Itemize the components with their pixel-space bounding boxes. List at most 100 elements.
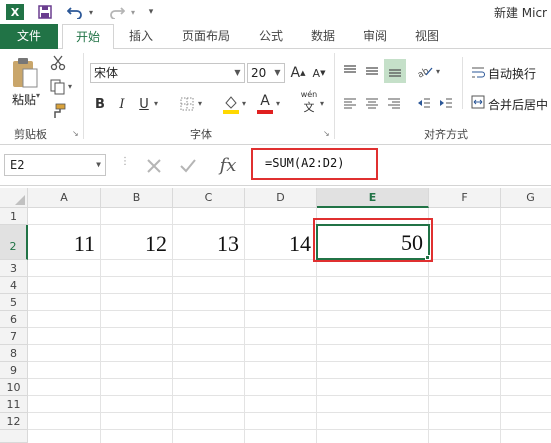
gridline — [500, 208, 501, 443]
gridline — [28, 276, 551, 277]
bold-button[interactable]: B — [92, 95, 108, 113]
align-center-icon[interactable] — [362, 93, 382, 113]
select-all-corner[interactable] — [0, 188, 28, 208]
middle-align-icon[interactable] — [362, 61, 382, 81]
copy-icon[interactable] — [48, 77, 68, 97]
row-header-8[interactable]: 8 — [0, 345, 28, 362]
orientation-icon[interactable]: ab — [414, 61, 436, 81]
paste-icon[interactable] — [8, 55, 42, 93]
cut-icon[interactable] — [48, 53, 68, 73]
name-box[interactable]: E2 ▼ — [4, 154, 106, 176]
underline-button[interactable]: U — [136, 95, 152, 113]
redo-icon[interactable] — [106, 2, 128, 22]
paste-dropdown-icon[interactable]: ▾ — [36, 91, 40, 100]
orientation-dropdown-icon[interactable]: ▾ — [436, 67, 440, 76]
column-header-e[interactable]: E — [317, 188, 429, 208]
font-name-value: 宋体 — [94, 66, 119, 80]
undo-dropdown-icon[interactable]: ▾ — [86, 2, 96, 22]
tab-home[interactable]: 开始 — [62, 24, 114, 50]
increase-indent-icon[interactable] — [436, 93, 456, 113]
column-header-c[interactable]: C — [173, 188, 245, 208]
group-divider — [334, 53, 335, 139]
gridline — [28, 310, 551, 311]
row-header-12[interactable]: 12 — [0, 413, 28, 430]
row-header-3[interactable]: 3 — [0, 260, 28, 277]
tab-page-layout[interactable]: 页面布局 — [170, 24, 242, 49]
row-header-11[interactable]: 11 — [0, 396, 28, 413]
top-align-icon[interactable] — [340, 61, 360, 81]
wrap-text-button[interactable]: 自动换行 — [488, 65, 536, 82]
undo-icon[interactable] — [64, 2, 86, 22]
tab-insert[interactable]: 插入 — [120, 24, 162, 49]
gridline — [28, 293, 551, 294]
fill-color-icon[interactable] — [222, 93, 240, 115]
merge-center-icon[interactable] — [470, 93, 486, 111]
phonetic-dropdown-icon[interactable]: ▾ — [320, 99, 324, 108]
fill-color-dropdown-icon[interactable]: ▾ — [242, 99, 246, 108]
customize-toolbar-icon[interactable]: ▾ — [144, 2, 158, 22]
formula-bar: E2 ▼ ⋮ fx =SUM(A2:D2) — [0, 146, 551, 186]
column-header-d[interactable]: D — [245, 188, 317, 208]
row-header-4[interactable]: 4 — [0, 277, 28, 294]
tab-review[interactable]: 审阅 — [354, 24, 396, 49]
gridline — [28, 378, 551, 379]
borders-dropdown-icon[interactable]: ▾ — [198, 99, 202, 108]
redo-dropdown-icon[interactable]: ▾ — [128, 2, 138, 22]
save-icon[interactable] — [34, 2, 56, 22]
tab-file[interactable]: 文件 — [0, 24, 58, 49]
cell-a2[interactable]: 11 — [28, 225, 101, 260]
formula-highlight-box: =SUM(A2:D2) — [251, 148, 378, 180]
column-header-a[interactable]: A — [28, 188, 101, 208]
row-header-10[interactable]: 10 — [0, 379, 28, 396]
phonetic-guide-button[interactable]: wén 文 — [298, 90, 320, 114]
column-header-g[interactable]: G — [501, 188, 551, 208]
font-name-combo[interactable]: 宋体 ▼ — [90, 63, 245, 83]
bottom-align-icon[interactable] — [384, 59, 406, 83]
font-size-combo[interactable]: 20 ▼ — [247, 63, 285, 83]
font-name-dropdown-icon[interactable]: ▼ — [231, 64, 244, 82]
format-painter-icon[interactable] — [48, 101, 68, 121]
underline-dropdown-icon[interactable]: ▾ — [154, 99, 158, 108]
svg-text:X: X — [11, 6, 20, 19]
cell-d2[interactable]: 14 — [245, 225, 317, 260]
borders-icon[interactable] — [178, 95, 196, 113]
row-header-6[interactable]: 6 — [0, 311, 28, 328]
copy-dropdown-icon[interactable]: ▾ — [68, 82, 72, 91]
font-color-button[interactable]: A — [256, 93, 274, 115]
row-header-1[interactable]: 1 — [0, 208, 28, 225]
align-right-icon[interactable] — [384, 93, 404, 113]
cell-b2[interactable]: 12 — [101, 225, 173, 260]
row-header-2[interactable]: 2 — [0, 225, 28, 260]
align-left-icon[interactable] — [340, 93, 360, 113]
row-header-5[interactable]: 5 — [0, 294, 28, 311]
wrap-text-icon[interactable] — [470, 63, 486, 81]
cancel-icon[interactable] — [142, 154, 166, 178]
formula-bar-grip-icon: ⋮ — [120, 156, 130, 167]
merge-center-button[interactable]: 合并后居中 — [488, 96, 548, 113]
row-header-13[interactable] — [0, 430, 28, 443]
paste-label[interactable]: 粘贴 — [12, 91, 36, 108]
tab-view[interactable]: 视图 — [406, 24, 448, 49]
column-header-b[interactable]: B — [101, 188, 173, 208]
italic-button[interactable]: I — [114, 95, 130, 113]
grow-font-button[interactable]: A ▲ — [290, 63, 306, 83]
tab-formulas[interactable]: 公式 — [250, 24, 292, 49]
decrease-indent-icon[interactable] — [414, 93, 434, 113]
tab-data[interactable]: 数据 — [302, 24, 344, 49]
enter-icon[interactable] — [176, 154, 200, 178]
group-divider — [462, 57, 463, 109]
font-size-dropdown-icon[interactable]: ▼ — [271, 64, 284, 82]
font-color-dropdown-icon[interactable]: ▾ — [276, 99, 280, 108]
gridline — [28, 412, 551, 413]
insert-function-button[interactable]: fx — [214, 152, 242, 178]
cell-c2[interactable]: 13 — [173, 225, 245, 260]
shrink-font-button[interactable]: A ▼ — [311, 63, 327, 83]
clipboard-launcher-icon[interactable]: ↘ — [72, 129, 79, 138]
excel-app-icon[interactable]: X — [4, 2, 26, 22]
row-header-9[interactable]: 9 — [0, 362, 28, 379]
column-header-f[interactable]: F — [429, 188, 501, 208]
name-box-dropdown-icon[interactable]: ▼ — [96, 155, 101, 175]
formula-input[interactable]: =SUM(A2:D2) — [265, 156, 344, 170]
font-launcher-icon[interactable]: ↘ — [323, 129, 330, 138]
row-header-7[interactable]: 7 — [0, 328, 28, 345]
